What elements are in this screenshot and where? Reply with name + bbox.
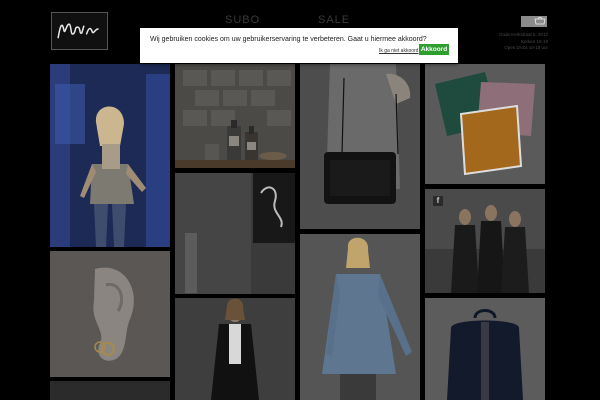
photo-backpack[interactable] bbox=[425, 298, 545, 400]
shopping-bag-icon bbox=[534, 17, 546, 25]
photo-woman-black-coat[interactable] bbox=[175, 298, 295, 400]
cookie-reject-link[interactable]: Ik ga niet akkoord bbox=[379, 48, 418, 54]
store-info: Oude Kerkstraat 5, 2012 Kerken 15-19 Ope… bbox=[496, 32, 548, 52]
photo-tile[interactable] bbox=[50, 381, 170, 400]
photo-graffiti-wall[interactable] bbox=[175, 173, 295, 294]
photo-ear-jewelry[interactable] bbox=[50, 251, 170, 377]
cookie-message: Wij gebruiken cookies om uw gebruikerser… bbox=[150, 36, 427, 43]
photo-scarves[interactable] bbox=[425, 64, 545, 184]
photo-blue-cardigan[interactable] bbox=[300, 234, 420, 400]
logo[interactable] bbox=[51, 12, 108, 50]
store-info-line: Oude Kerkstraat 5, 2012 bbox=[498, 32, 548, 37]
facebook-icon[interactable]: f bbox=[433, 196, 443, 206]
photo-three-women[interactable]: f bbox=[425, 189, 545, 293]
store-info-line: Open Di-Za 10-18 uur bbox=[504, 45, 548, 50]
cookie-banner: Wij gebruiken cookies om uw gebruikerser… bbox=[140, 28, 458, 63]
cookie-accept-button[interactable]: Akkoord bbox=[419, 44, 449, 55]
photo-blonde-woman-neon[interactable] bbox=[50, 64, 170, 247]
cart-button[interactable] bbox=[521, 16, 547, 27]
nav-item-sale[interactable]: SALE bbox=[318, 14, 350, 26]
nav-item-subo[interactable]: SUBO bbox=[225, 14, 260, 26]
photo-shelf-bottles[interactable] bbox=[175, 64, 295, 168]
logo-script-icon bbox=[57, 23, 99, 39]
photo-black-handbag[interactable] bbox=[300, 64, 420, 229]
